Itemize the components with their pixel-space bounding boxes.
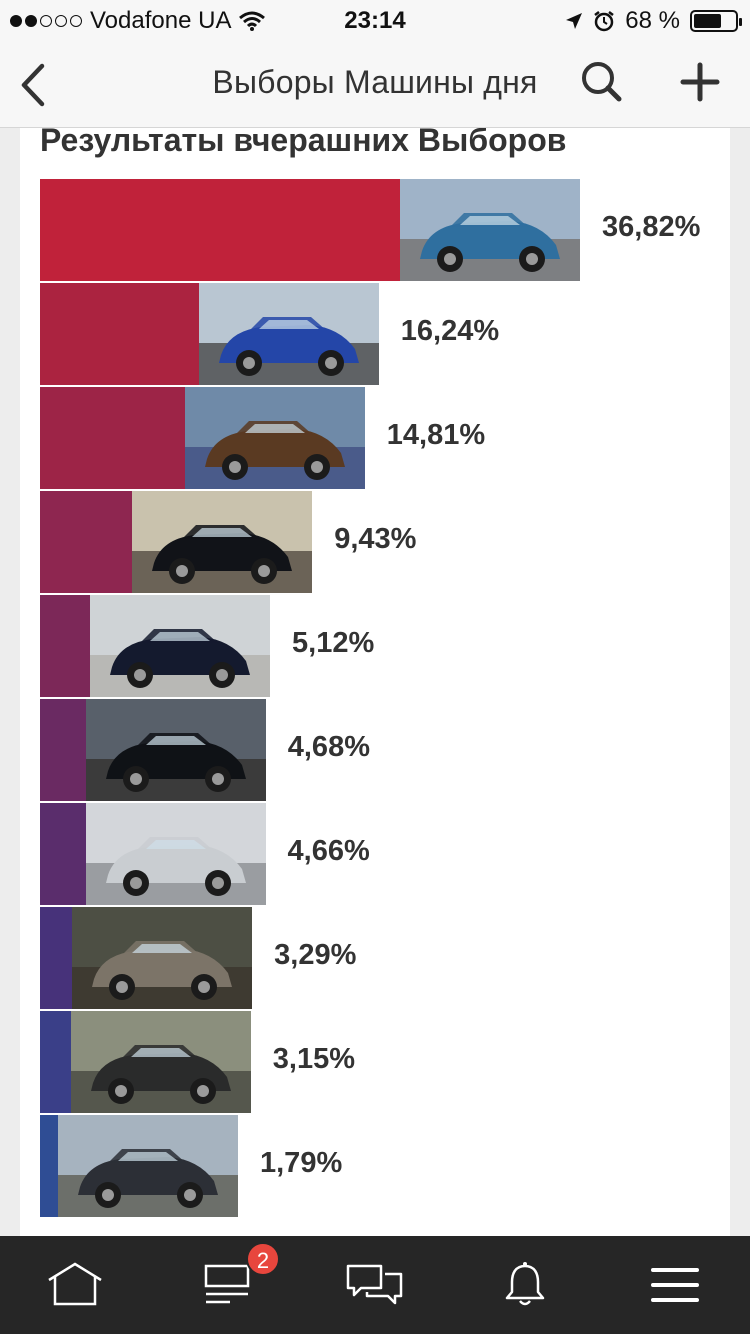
result-percent-label: 3,15% <box>272 1043 356 1075</box>
result-percent-label: 4,66% <box>287 835 370 867</box>
chat-icon[interactable] <box>345 1260 405 1310</box>
blue-vintage-car-photo[interactable] <box>400 179 580 281</box>
result-bar <box>40 491 133 593</box>
battery-percent: 68 % <box>625 7 680 34</box>
grey-sedan-photo[interactable] <box>72 907 253 1009</box>
battery-icon <box>690 10 742 32</box>
hamburger-menu-icon[interactable] <box>645 1260 705 1310</box>
search-icon[interactable] <box>580 60 624 104</box>
location-arrow-icon <box>566 13 583 29</box>
black-suv-photo[interactable] <box>90 595 271 697</box>
status-bar: Vodafone UA 23:14 68 % <box>0 0 750 40</box>
alarm-icon <box>594 11 615 32</box>
blue-sedan-photo[interactable] <box>198 283 379 385</box>
feed-badge: 2 <box>246 1242 280 1276</box>
results-card: Результаты вчерашних Выборов 36,82% 16,2… <box>20 128 730 1236</box>
plus-icon[interactable] <box>678 60 722 104</box>
silver-coupe-wheel-photo[interactable] <box>85 803 266 905</box>
result-bar <box>40 387 185 489</box>
result-bar <box>40 283 199 385</box>
result-percent-label: 3,29% <box>274 939 357 971</box>
dark-minivan-photo[interactable] <box>70 1011 251 1113</box>
navigation-bar: Выборы Машины дня <box>0 40 750 128</box>
black-sedan-with-woman-photo[interactable] <box>132 491 313 593</box>
result-bar <box>40 1115 58 1217</box>
battery-level-fill <box>694 14 722 28</box>
result-percent-label: 9,43% <box>334 523 417 555</box>
result-percent-label: 1,79% <box>260 1147 343 1179</box>
black-suv-night-photo[interactable] <box>85 699 266 801</box>
result-percent-label: 4,68% <box>287 731 370 763</box>
result-percent-label: 16,24% <box>400 315 500 347</box>
status-right: 68 % <box>565 7 742 35</box>
bell-icon[interactable] <box>495 1260 555 1310</box>
result-bar <box>40 907 73 1009</box>
result-bar <box>40 595 91 697</box>
result-bar <box>40 1011 71 1113</box>
result-percent-label: 5,12% <box>292 627 375 659</box>
tab-bar: 2 <box>0 1236 750 1334</box>
results-title: Результаты вчерашних Выборов <box>40 128 567 158</box>
result-percent-label: 14,81% <box>386 419 486 451</box>
result-bar <box>40 179 400 281</box>
home-icon[interactable] <box>45 1260 105 1310</box>
car-interior-steering-wheel-photo[interactable] <box>184 387 365 489</box>
page-title: Выборы Машины дня <box>212 64 538 100</box>
dark-hatchback-lakeside-photo[interactable] <box>58 1115 238 1217</box>
result-bar <box>40 699 86 801</box>
result-bar <box>40 803 86 905</box>
result-percent-label: 36,82% <box>602 211 701 243</box>
